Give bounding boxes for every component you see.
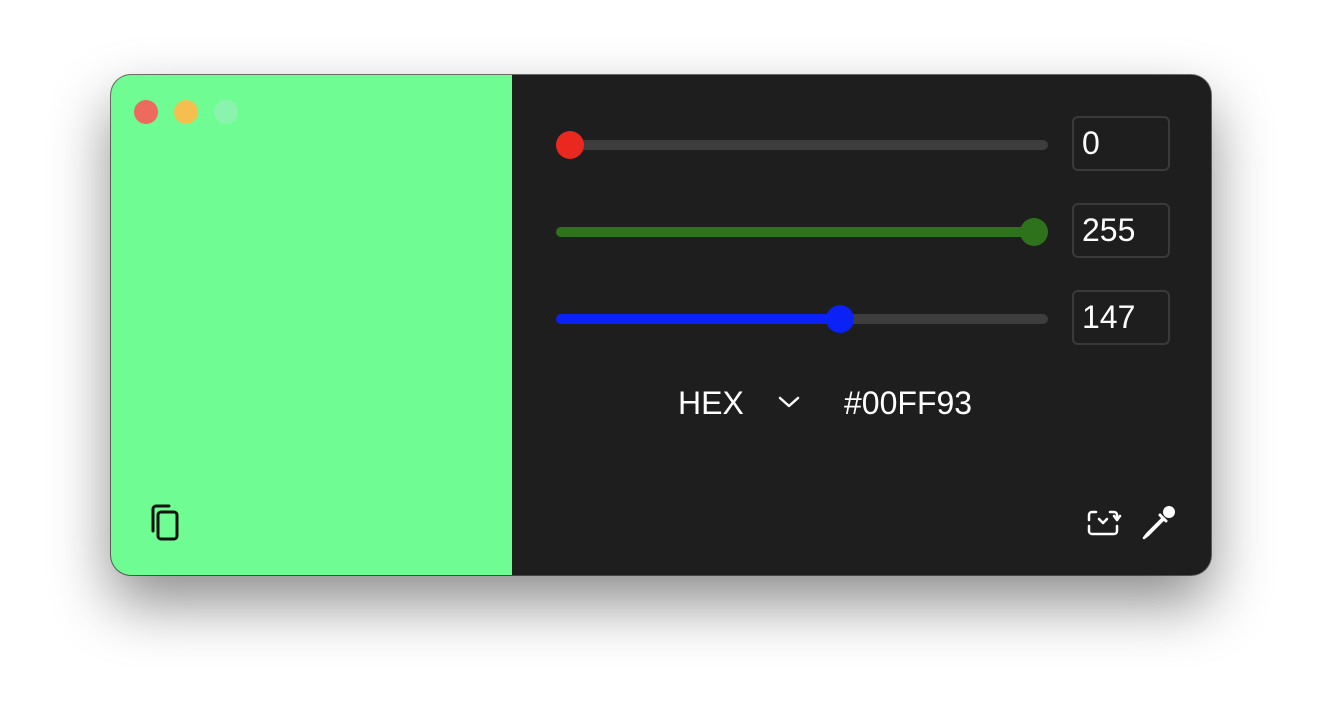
chevron-down-icon[interactable] [776, 393, 802, 411]
controls-panel: HEX #00FF93 [512, 75, 1211, 575]
color-code-value[interactable]: #00FF93 [844, 385, 972, 422]
format-select[interactable]: HEX [678, 385, 744, 422]
green-slider-fill [556, 227, 1034, 237]
red-slider[interactable] [556, 131, 1048, 159]
blue-slider-fill [556, 314, 840, 324]
green-slider[interactable] [556, 218, 1048, 246]
minimize-window-button[interactable] [174, 100, 198, 124]
close-window-button[interactable] [134, 100, 158, 124]
color-preview [111, 75, 512, 575]
zoom-window-button[interactable] [214, 100, 238, 124]
blue-value-input[interactable] [1072, 290, 1170, 345]
eyedropper-icon[interactable] [1138, 503, 1178, 543]
red-slider-thumb[interactable] [556, 131, 584, 159]
blue-slider[interactable] [556, 305, 1048, 333]
copy-icon[interactable] [147, 503, 183, 543]
green-slider-thumb[interactable] [1020, 218, 1048, 246]
format-row: HEX #00FF93 [512, 377, 1211, 427]
color-picker-window: HEX #00FF93 [111, 75, 1211, 575]
swap-icon[interactable] [1083, 503, 1123, 543]
green-value-input[interactable] [1072, 203, 1170, 258]
blue-slider-thumb[interactable] [825, 305, 854, 333]
red-value-input[interactable] [1072, 116, 1170, 171]
